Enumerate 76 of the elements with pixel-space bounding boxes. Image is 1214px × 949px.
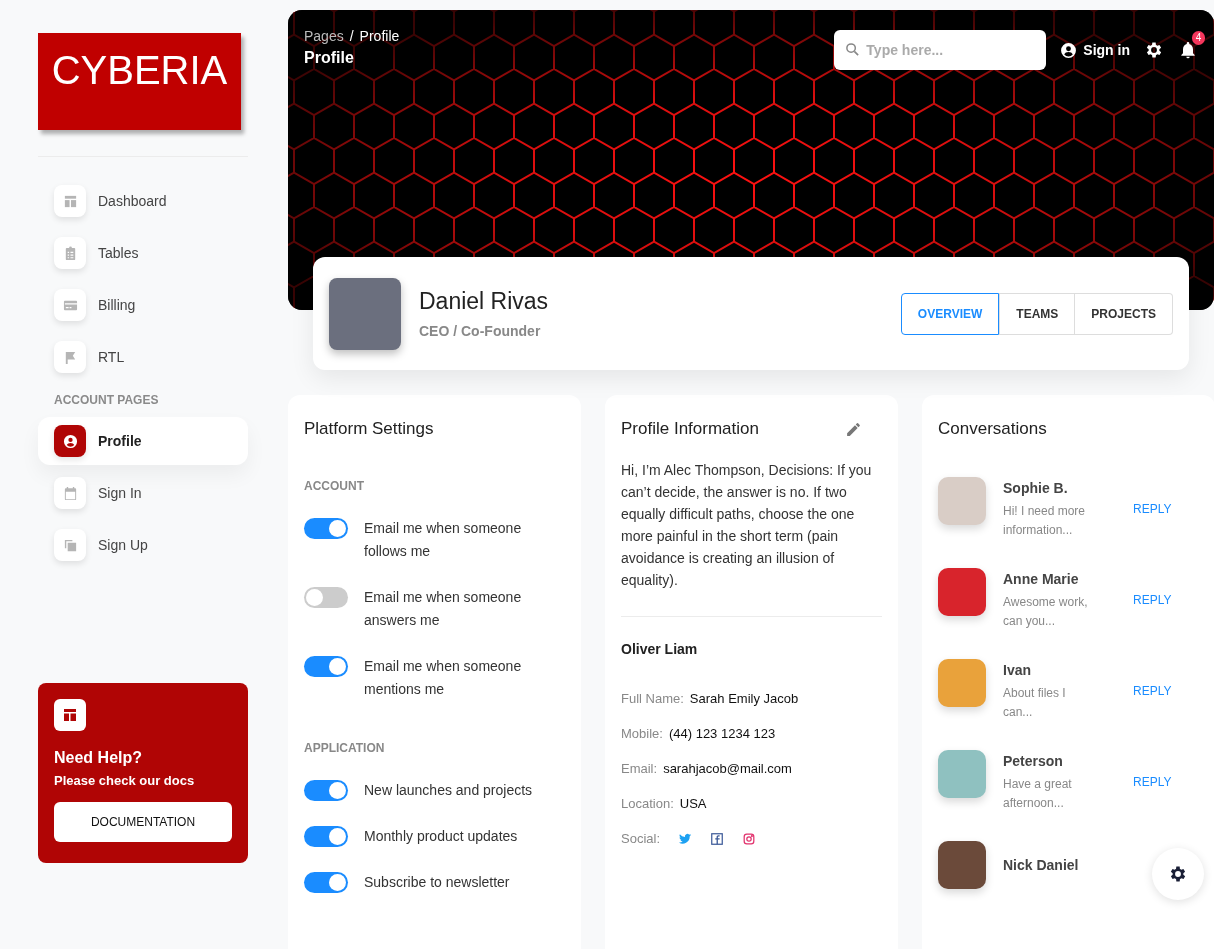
sidebar-item[interactable]: Tables <box>38 229 248 277</box>
tab[interactable]: TEAMS <box>999 292 1076 335</box>
contact-name: Peterson <box>1003 752 1064 771</box>
instagram-icon[interactable] <box>742 831 757 846</box>
avatar-placeholder <box>938 750 986 798</box>
search-field[interactable]: Type here... <box>834 30 1047 70</box>
contact-name: Sophie B. <box>1003 479 1069 498</box>
message-preview: Awesome work, can you... <box>1003 594 1089 630</box>
field-value: (44) 123 1234 123 <box>668 726 776 741</box>
toggle-switch[interactable] <box>304 780 348 801</box>
pencil-icon[interactable] <box>845 420 862 438</box>
avatar-placeholder <box>938 659 986 707</box>
field-label: Mobile: <box>621 726 663 741</box>
field-value: Sarah Emily Jacob <box>689 691 799 706</box>
settings-icon <box>1168 864 1188 884</box>
toggle-switch[interactable] <box>304 826 348 847</box>
group-heading: APPLICATION <box>304 741 386 755</box>
layout-icon <box>54 699 86 731</box>
setting-label: Email me when someone mentions me <box>364 657 523 699</box>
toggle-switch[interactable] <box>304 518 348 539</box>
layout-icon <box>62 193 78 209</box>
help-text: Please check our docs <box>54 773 196 788</box>
contact-name: Ivan <box>1003 661 1032 680</box>
breadcrumb-current: Profile <box>359 28 400 44</box>
message-preview: Have a great afternoon... <box>1003 776 1073 812</box>
field-value: sarahjacob@mail.com <box>663 761 792 776</box>
toggle-switch[interactable] <box>304 872 348 893</box>
toggle-switch[interactable] <box>304 656 348 677</box>
toggle-switch[interactable] <box>304 587 348 608</box>
bell-icon[interactable] <box>1178 40 1198 60</box>
section-heading: ACCOUNT PAGES <box>53 392 160 409</box>
message-preview: Hi! I need more information... <box>1003 503 1087 539</box>
facebook-icon[interactable] <box>710 831 725 846</box>
contact-name: Nick Daniel <box>1003 856 1080 875</box>
setting-label: Email me when someone follows me <box>364 519 523 561</box>
avatar-placeholder <box>938 841 986 889</box>
field-label: Social: <box>621 831 661 846</box>
documentation-button[interactable]: DOCUMENTATION <box>54 802 232 842</box>
avatar-placeholder <box>938 568 986 616</box>
setting-label: Email me when someone answers me <box>364 588 523 630</box>
group-heading: ACCOUNT <box>304 479 365 493</box>
contact-name: Oliver Liam <box>621 641 699 657</box>
sign-in-button[interactable]: Sign in <box>1060 41 1130 59</box>
contact-name: Anne Marie <box>1003 570 1080 589</box>
setting-label: Monthly product updates <box>364 827 518 846</box>
card-title: Platform Settings <box>304 419 435 439</box>
card-title: Conversations <box>938 419 1048 439</box>
bio-text: Hi, I’m Alec Thompson, Decisions: If you can’t decide, the answer is no. If two equally difficult paths, choose the one more painful in the short term (pain avoidance is creating an illusion of equality). <box>621 461 873 590</box>
message-preview: About files I can... <box>1003 685 1067 721</box>
sidebar-item[interactable]: Sign In <box>38 469 248 517</box>
avatar-placeholder <box>938 477 986 525</box>
calendar-icon <box>62 485 78 501</box>
sidebar-item[interactable]: Profile <box>38 417 248 465</box>
tab[interactable]: PROJECTS <box>1075 292 1173 335</box>
breadcrumb-separator: / <box>349 28 354 44</box>
profile-name: Daniel Rivas <box>419 288 550 315</box>
field-value: USA <box>679 796 707 811</box>
setting-label: Subscribe to newsletter <box>364 873 510 892</box>
copy-icon <box>62 537 78 553</box>
sidebar-item[interactable]: Billing <box>38 281 248 329</box>
profile-role: CEO / Co-Founder <box>419 323 542 339</box>
field-label: Location: <box>621 796 674 811</box>
card-title: Profile Information <box>621 419 759 439</box>
logo[interactable]: CYBERIA <box>38 33 241 130</box>
search-icon <box>845 42 861 57</box>
field-label: Full Name: <box>621 691 684 706</box>
breadcrumb-link[interactable]: Pages <box>304 28 344 44</box>
settings-icon[interactable] <box>1144 40 1164 60</box>
setting-label: New launches and projects <box>364 781 533 800</box>
sidebar-item[interactable]: Dashboard <box>38 177 248 225</box>
help-title: Need Help? <box>54 749 143 767</box>
page-title: Profile <box>304 49 355 67</box>
field-label: Email: <box>621 761 658 776</box>
sidebar-item[interactable]: Sign Up <box>38 521 248 569</box>
bird-icon[interactable] <box>678 831 693 846</box>
sidebar-item[interactable]: RTL <box>38 333 248 381</box>
